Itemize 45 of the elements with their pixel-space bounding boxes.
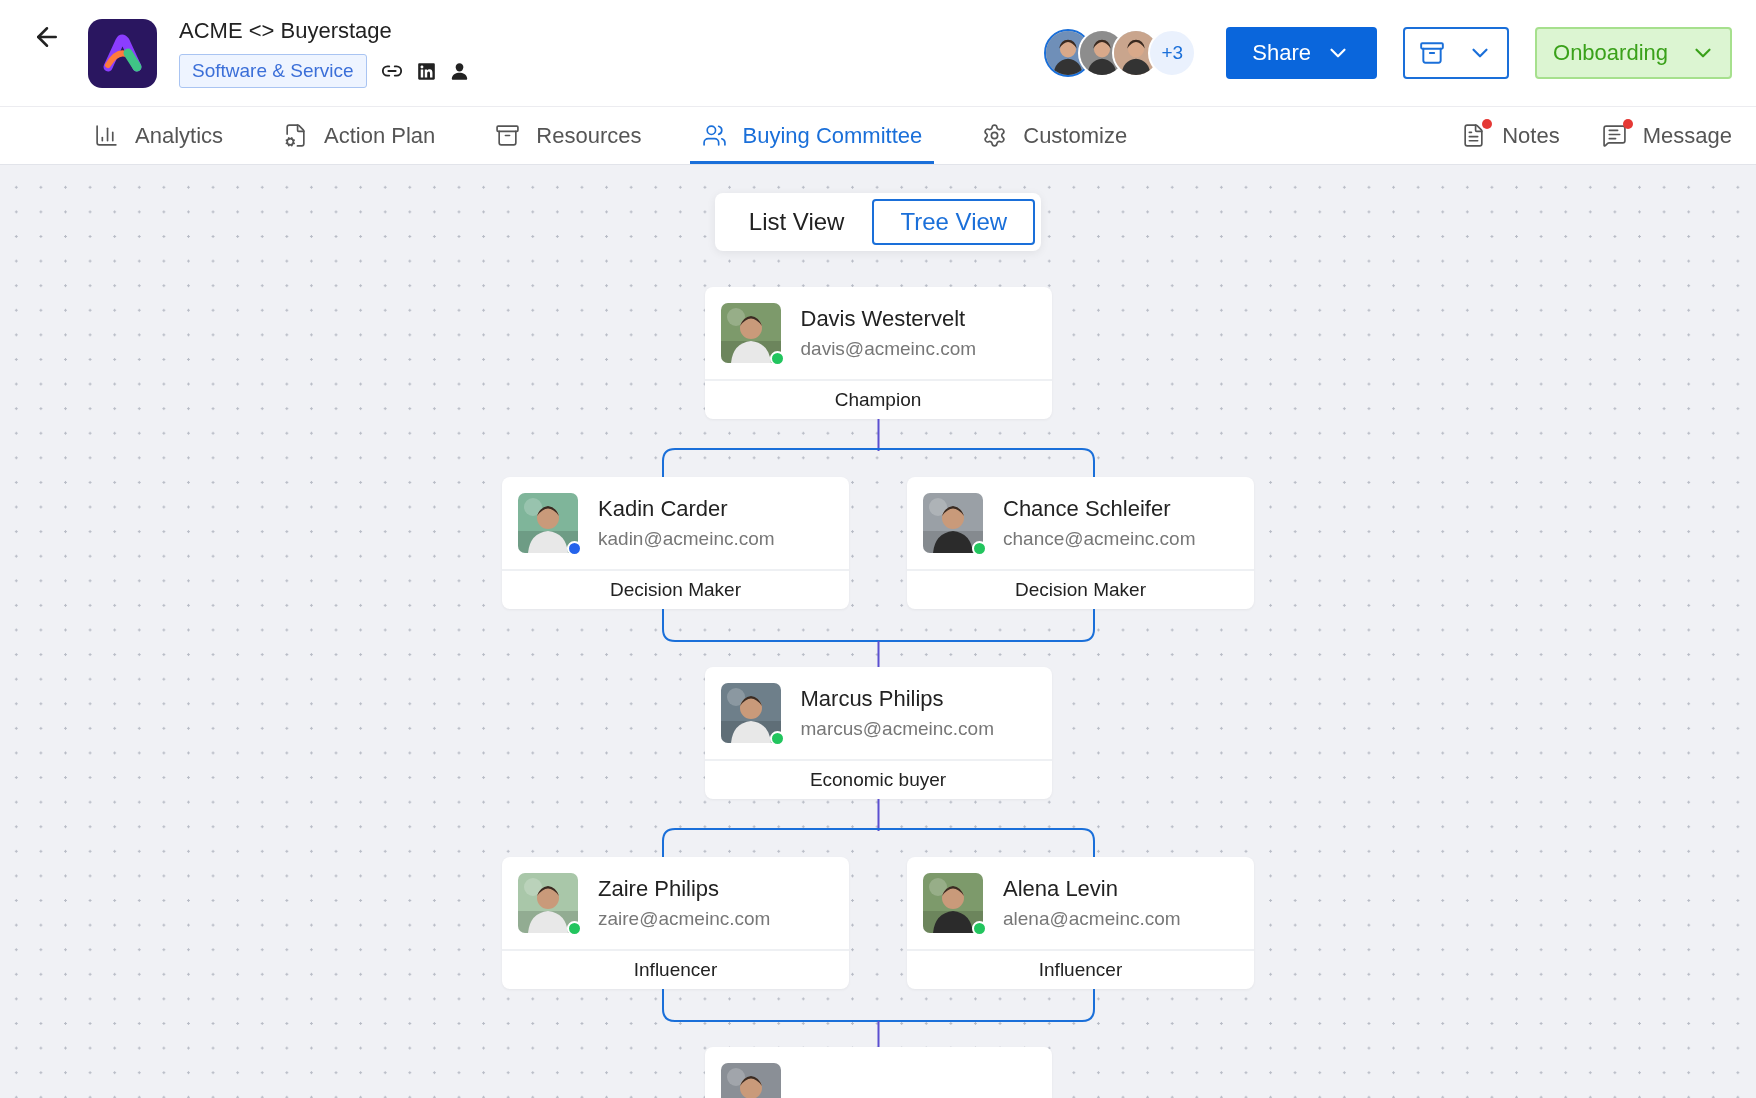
member-name: Chance Schleifer [1003,496,1172,522]
member-card[interactable]: Zaire Philips zaire@acmeinc.com Influencer [502,857,849,989]
member-role: Decision Maker [502,569,849,609]
share-button[interactable]: Share [1226,27,1377,79]
nav-tab[interactable]: Customize [970,107,1140,164]
member-role: Decision Maker [907,569,1254,609]
member-email: kadin@acmeinc.com [598,528,775,550]
nav-tab[interactable]: Resources [483,107,654,164]
member-card[interactable]: Alena Levin alena@acmeinc.com Influencer [907,857,1254,989]
member-name: Kadin Carder [598,496,729,522]
message-icon [1601,123,1627,148]
member-role: Economic buyer [704,759,1052,799]
member-email: davis@acmeinc.com [800,338,977,360]
committee-icon [701,123,727,148]
member-name: Marcus Philips [800,686,945,712]
person-icon[interactable] [449,61,469,81]
more-collaborators-count[interactable]: +3 [1148,29,1197,77]
resources-icon [495,123,521,148]
side-tab[interactable]: Message [1589,107,1744,164]
member-name: Alena Levin [1003,876,1119,902]
member-email: chance@acmeinc.com [1003,528,1196,550]
view-option[interactable]: Tree View [872,199,1036,245]
deal-title: ACME <> Buyerstage [179,18,393,44]
analytics-icon [94,123,119,148]
member-name: Davis Westervelt [800,306,967,332]
app-logo [88,18,157,88]
customize-icon [982,123,1008,148]
archive-dropdown-button[interactable] [1403,27,1509,79]
member-email: alena@acmeinc.com [1003,908,1181,930]
linkedin-icon[interactable] [416,61,436,81]
member-card[interactable]: Kadin Carder kadin@acmeinc.com Decision Maker [502,477,849,609]
member-email: marcus@acmeinc.com [800,718,994,740]
member-email: zaire@acmeinc.com [598,908,771,930]
member-card[interactable]: Davis Westervelt davis@acmeinc.com Champion [704,287,1052,419]
member-role: Influencer [502,949,849,989]
member-role: Champion [704,379,1052,419]
nav-tab[interactable]: Analytics [82,107,236,164]
side-tab[interactable]: Notes [1449,107,1572,164]
member-name: Zaire Philips [598,876,721,902]
nav-tab[interactable]: Action Plan [271,107,448,164]
member-role: Influencer [907,949,1254,989]
industry-tag: Software & Service [179,54,367,88]
archive-icon [1419,40,1445,66]
member-card[interactable]: Chance Schleifer chance@acmeinc.com Decision Maker [907,477,1254,609]
member-card[interactable]: Marcus Philips marcus@acmeinc.com Economic buyer [704,667,1052,799]
